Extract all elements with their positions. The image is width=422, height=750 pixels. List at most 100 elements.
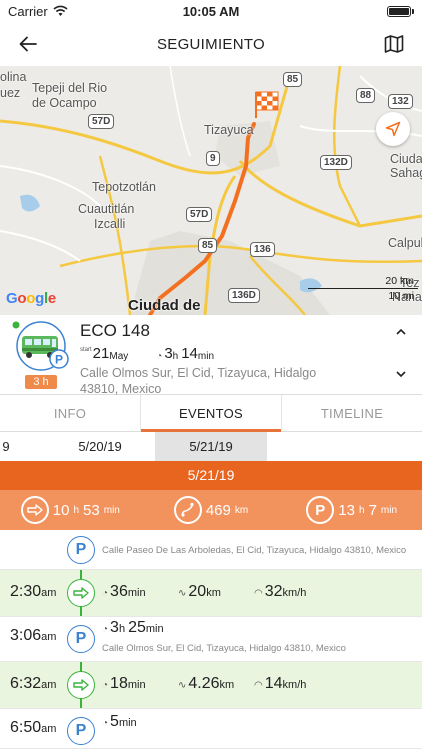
- vehicle-details: ECO 148 start 21 May ◔ 3 h 14 min Calle …: [74, 321, 414, 396]
- drive-arrow-icon: [67, 579, 95, 607]
- event-duration-hours: 3: [110, 619, 119, 636]
- events-list[interactable]: P Calle Paseo De Las Arboledas, El Cid, …: [0, 530, 422, 749]
- chevron-down-icon[interactable]: [396, 365, 406, 383]
- scale-mi: 10 mi: [388, 290, 414, 302]
- route-icon: ∿: [178, 680, 187, 691]
- event-address: Calle Paseo De Las Arboledas, El Cid, Ti…: [102, 545, 407, 556]
- date-item-5-21[interactable]: 5/21/19: [155, 432, 267, 461]
- event-distance-value: 4.26: [188, 675, 220, 692]
- clock-icon: ◔: [156, 351, 163, 362]
- event-distance: ∿ 4.26 km: [178, 675, 254, 693]
- event-time: 6:50am: [10, 719, 56, 737]
- event-address: Calle Olmos Sur, El Cid, Tizayuca, Hidal…: [102, 643, 346, 654]
- event-stats: ◔ 3 h 25 min: [102, 619, 164, 637]
- highway-shield-85b: 85: [198, 238, 218, 253]
- map-icon[interactable]: [380, 30, 408, 58]
- map-label-olina: olina: [0, 70, 27, 84]
- status-left: Carrier: [8, 4, 68, 19]
- event-time: 2:30am: [10, 583, 56, 601]
- event-time-ampm: am: [41, 587, 57, 599]
- event-duration-value: 5: [110, 713, 119, 730]
- park-minutes: 7: [368, 501, 377, 519]
- google-logo-e: e: [47, 290, 56, 307]
- wifi-icon: [53, 4, 68, 19]
- back-arrow-icon[interactable]: [14, 30, 42, 58]
- event-time-ampm: am: [41, 631, 57, 643]
- event-speed-value: 14: [264, 675, 283, 692]
- parking-icon: P: [67, 625, 95, 653]
- speedometer-icon: ◠: [254, 588, 263, 599]
- event-time-value: 2:30: [10, 583, 42, 600]
- vehicle-name: ECO 148: [80, 321, 150, 340]
- event-time-value: 6:32: [10, 675, 42, 692]
- map-label-uez: uez: [0, 86, 21, 100]
- google-logo-o2: o: [26, 290, 36, 307]
- google-logo-g: G: [6, 290, 18, 307]
- bus-avatar-icon: P: [12, 321, 70, 371]
- parking-icon: P: [67, 717, 95, 745]
- map-label-tizayuca: Tizayuca: [204, 123, 254, 137]
- highway-shield-57d: 57D: [186, 207, 213, 222]
- highway-shield-132: 132: [388, 94, 413, 109]
- event-time-ampm: am: [41, 679, 57, 691]
- event-stats: ◔ 36 min ∿ 20 km ◠ 32 km/h: [102, 583, 306, 601]
- map-label-sahagun: Sahagu: [390, 166, 422, 180]
- map-label-ciudad-right: Ciudad: [390, 152, 422, 166]
- tab-info[interactable]: INFO: [0, 395, 141, 431]
- event-row-park[interactable]: P Calle Paseo De Las Arboledas, El Cid, …: [0, 530, 422, 570]
- summary-parked-time: P 13 h 7 min: [281, 496, 422, 524]
- route-map[interactable]: olina uez Tepeji del Rio de Ocampo Tizay…: [0, 66, 422, 315]
- event-duration: ◔ 5 min: [102, 713, 137, 731]
- start-date: start 21 May: [80, 345, 128, 362]
- tab-eventos[interactable]: EVENTOS: [141, 395, 282, 432]
- duration-badge: 3 h: [25, 375, 57, 389]
- status-time: 10:05 AM: [182, 4, 240, 19]
- status-bar: Carrier 10:05 AM: [0, 0, 422, 22]
- date-item-5-20[interactable]: 5/20/19: [45, 432, 155, 461]
- highway-shield-57d-top: 57D: [88, 114, 115, 129]
- page-title: SEGUIMIENTO: [156, 35, 266, 53]
- drive-arrow-icon: [20, 496, 49, 524]
- clock-icon: ◔: [102, 680, 109, 691]
- battery-icon: [387, 5, 414, 17]
- google-logo: Google: [6, 290, 56, 307]
- chevron-up-icon[interactable]: [396, 323, 406, 341]
- event-duration: ◔ 36 min: [102, 583, 178, 601]
- duration-minutes-unit: min: [197, 351, 215, 362]
- google-logo-g2: g: [35, 290, 44, 307]
- date-item-prev[interactable]: 9: [0, 432, 12, 461]
- event-distance: ∿ 20 km: [178, 583, 254, 601]
- event-time: 3:06am: [10, 627, 56, 645]
- clock-icon: ◔: [102, 718, 109, 729]
- distance-value: 469: [205, 501, 231, 519]
- svg-text:P: P: [55, 353, 63, 367]
- map-label-tepotzotlan: Tepotzotlán: [92, 180, 156, 194]
- locate-me-button[interactable]: [376, 112, 410, 146]
- date-strip: 9 5/20/19 5/21/19: [0, 432, 422, 461]
- tab-timeline[interactable]: TIMELINE: [282, 395, 422, 431]
- duration-minutes: 14: [181, 345, 198, 362]
- highway-shield-88: 88: [356, 88, 376, 103]
- location-arrow-icon: [385, 121, 401, 137]
- event-speed: ◠ 14 km/h: [254, 675, 306, 693]
- event-duration-minutes-unit: min: [145, 623, 164, 635]
- vehicle-address: Calle Olmos Sur, El Cid, Tizayuca, Hidal…: [80, 366, 317, 396]
- drive-arrow-icon: [67, 671, 95, 699]
- event-row-drive[interactable]: 2:30am ◔ 36 min ∿ 20 km ◠ 32 km/h: [0, 570, 422, 617]
- event-time: 6:32am: [10, 675, 56, 693]
- event-distance-unit: km: [206, 587, 221, 599]
- event-row-park[interactable]: 3:06am P ◔ 3 h 25 min Calle Olmos Sur, El Ci…: [0, 617, 422, 662]
- map-scale: 20 km 10 mi: [308, 274, 418, 303]
- distance-unit: km: [234, 504, 249, 516]
- event-time-ampm: am: [41, 723, 57, 735]
- event-row-park[interactable]: 6:50am P ◔ 5 min: [0, 709, 422, 749]
- google-logo-o1: o: [17, 290, 27, 307]
- event-stats: ◔ 18 min ∿ 4.26 km ◠ 14 km/h: [102, 675, 306, 693]
- drive-hours: 10: [52, 501, 70, 519]
- event-row-drive[interactable]: 6:32am ◔ 18 min ∿ 4.26 km ◠ 14 km/h: [0, 662, 422, 709]
- duration-hours-unit: h: [172, 351, 179, 362]
- summary-distance: 469 km: [141, 496, 282, 524]
- day-summary: 10 h 53 min 469 km P 13 h 7 min: [0, 490, 422, 530]
- clock-icon: ◔: [102, 624, 109, 635]
- drive-hours-unit: h: [73, 504, 80, 516]
